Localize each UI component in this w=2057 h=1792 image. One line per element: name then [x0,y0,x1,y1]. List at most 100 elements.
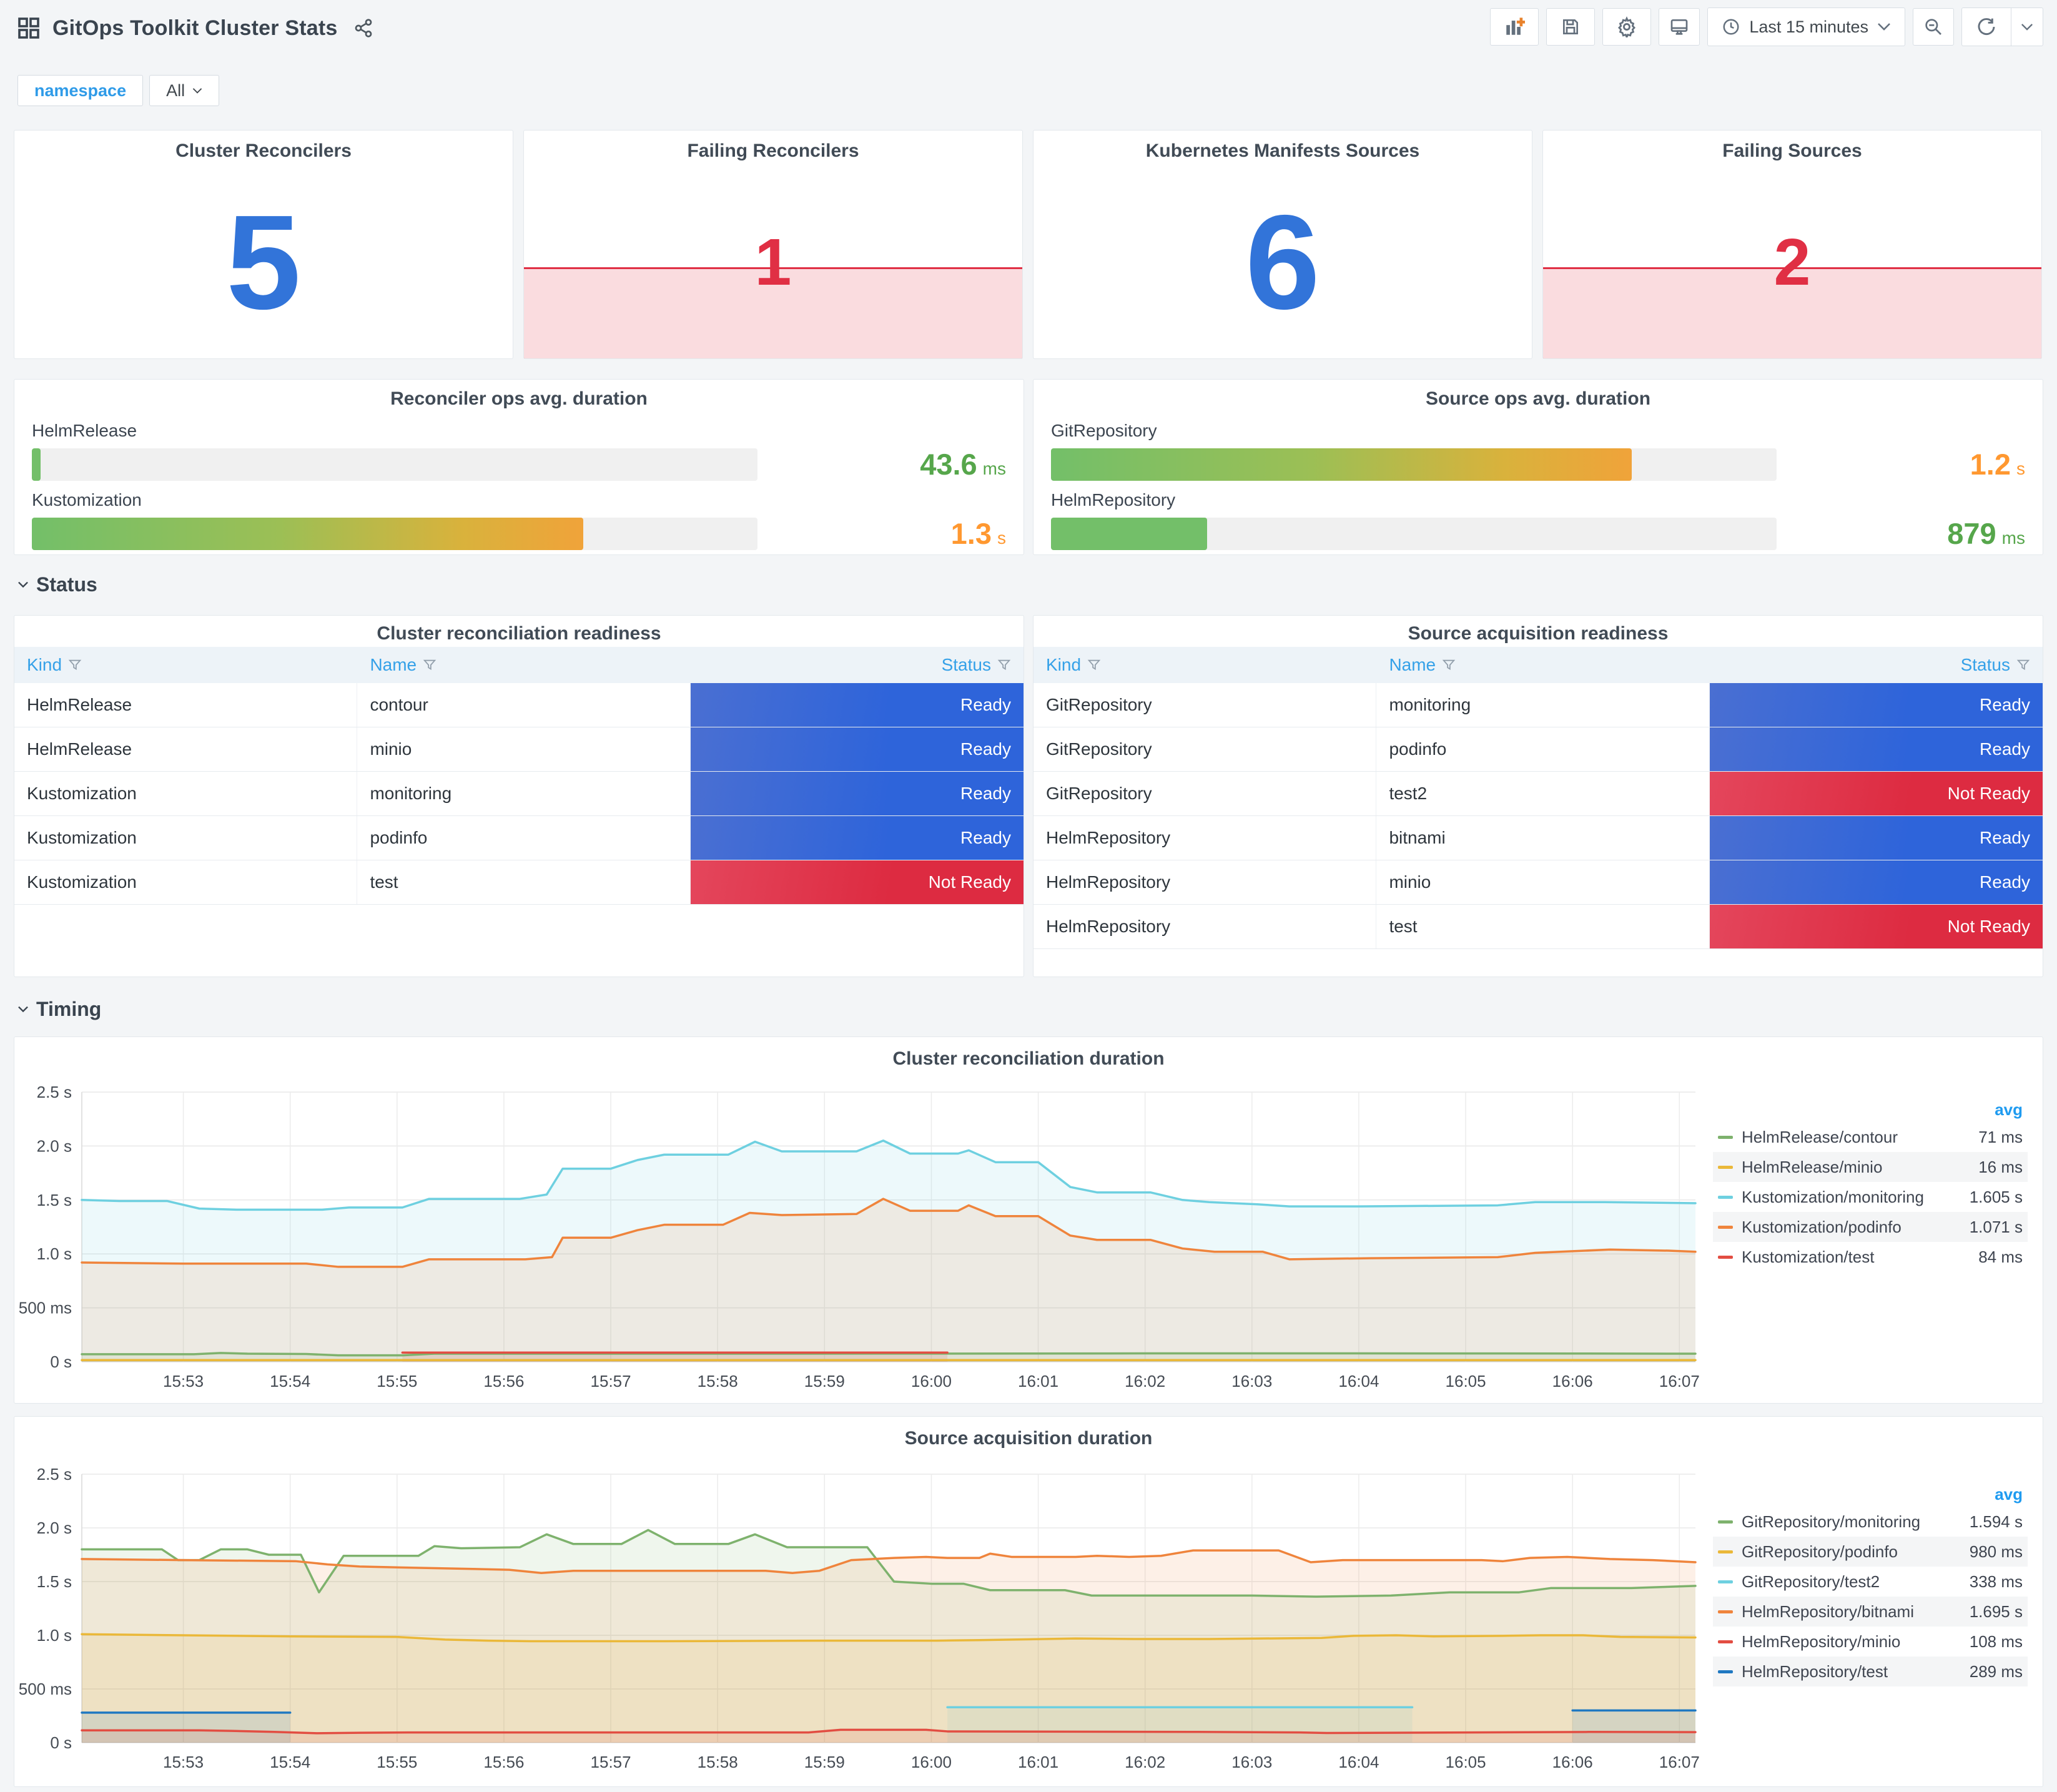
legend-series-name[interactable]: GitRepository/test2 [1742,1572,1880,1592]
svg-text:15:56: 15:56 [483,1372,524,1391]
table-cell-name: podinfo [357,816,691,860]
svg-text:15:56: 15:56 [483,1753,524,1771]
time-range-label: Last 15 minutes [1749,17,1868,36]
share-icon[interactable] [353,18,373,38]
gauge-row-label: GitRepository [1051,421,1157,440]
add-panel-icon [1506,17,1526,35]
legend-series-name[interactable]: HelmRepository/test [1742,1662,1888,1681]
gauge-value-number: 43.6 [920,448,977,481]
legend-series-name[interactable]: Kustomization/test [1742,1248,1874,1267]
legend-series-swatch [1718,1520,1733,1524]
zoom-out-button[interactable] [1913,8,1954,46]
table-cell-kind: HelmRepository [1033,860,1377,904]
cycle-view-button[interactable] [1659,8,1700,46]
gauge-value-number: 1.3 [950,517,992,550]
gauge-body: HelmRelease 43.6 ms Kustomization 1.3 s [32,412,1006,551]
section-timing-label: Timing [36,998,102,1020]
stat-value: 6 [1245,187,1320,337]
table-cell-status: Ready [690,683,1024,727]
stat-value: 1 [754,225,792,299]
table-panel-title[interactable]: Cluster reconciliation readiness [14,623,1024,644]
save-dashboard-icon [1563,19,1579,34]
legend-series-name[interactable]: Kustomization/monitoring [1742,1188,1924,1207]
time-range-picker[interactable]: Last 15 minutes [1707,7,1905,46]
status-badge: Ready [690,683,1024,727]
legend-series-avg: 289 ms [1969,1662,2023,1681]
add-panel-button[interactable] [1490,8,1539,46]
legend-series-avg: 980 ms [1969,1542,2023,1561]
svg-text:16:02: 16:02 [1125,1372,1165,1391]
svg-text:0 s: 0 s [50,1352,72,1371]
gauge-panel-title[interactable]: Source ops avg. duration [1033,388,2043,410]
svg-text:15:59: 15:59 [804,1372,845,1391]
legend-series-avg: 71 ms [1978,1127,2023,1146]
refresh-icon [1978,18,1995,35]
table-cell-kind: HelmRepository [1033,905,1377,948]
legend-series-name[interactable]: GitRepository/podinfo [1742,1542,1898,1562]
status-badge: Ready [1709,727,2043,771]
gauge-value: 879 ms [1947,516,2025,551]
gauge-panel: Reconciler ops avg. duration HelmRelease 4… [14,379,1024,555]
stat-panel-title[interactable]: Failing Sources [1543,140,2041,162]
table-row: GitRepository monitoring Ready [1033,683,2043,727]
gauge-value-unit: s [997,528,1006,548]
chevron-down-icon [18,1006,28,1013]
gauge-bar-fill [1051,448,1632,481]
clock-icon [1723,19,1739,35]
table-column-header-kind[interactable]: Kind [14,647,357,683]
chart-panel: Source acquisition duration 0 s 500 ms 1.0 … [14,1416,2043,1787]
legend-row: HelmRepository/bitnami 1.695 s [1713,1597,2028,1627]
table-header-row: Kind Name Status [14,647,1024,683]
save-dashboard-button[interactable] [1546,8,1596,46]
legend-avg-header[interactable]: avg [1713,1482,2028,1507]
stat-value: 2 [1773,225,1811,299]
table-column-header-status[interactable]: Status [1710,647,2043,683]
stat-panel-title[interactable]: Kubernetes Manifests Sources [1033,140,1532,162]
svg-text:16:00: 16:00 [911,1372,952,1391]
table-cell-name: bitnami [1376,816,1710,860]
svg-text:500 ms: 500 ms [19,1299,72,1317]
svg-text:1.0 s: 1.0 s [37,1244,72,1263]
table-column-header-status[interactable]: Status [691,647,1024,683]
gauge-bar-fill [32,517,584,550]
legend-series-name[interactable]: Kustomization/podinfo [1742,1218,1902,1237]
table-cell-kind: Kustomization [14,860,358,904]
legend-series-name[interactable]: HelmRepository/bitnami [1742,1602,1914,1622]
legend-avg-header[interactable]: avg [1713,1097,2028,1122]
legend-series-name[interactable]: GitRepository/monitoring [1742,1512,1920,1532]
legend-series-name[interactable]: HelmRelease/contour [1742,1128,1898,1147]
svg-text:16:06: 16:06 [1552,1753,1593,1771]
svg-text:15:54: 15:54 [270,1753,310,1771]
svg-text:16:04: 16:04 [1338,1372,1379,1391]
legend-row: Kustomization/monitoring 1.605 s [1713,1182,2028,1212]
filter-funnel-icon [2016,659,2030,671]
svg-text:16:07: 16:07 [1659,1753,1700,1771]
stat-panel-title[interactable]: Failing Reconcilers [524,140,1022,162]
table-panel-title[interactable]: Source acquisition readiness [1033,623,2043,644]
table-column-header-kind[interactable]: Kind [1033,647,1376,683]
gauge-value-unit: ms [982,459,1006,478]
gauge-panel-title[interactable]: Reconciler ops avg. duration [14,388,1024,410]
variable-selected-value: All [166,81,185,100]
legend-series-swatch [1718,1550,1733,1553]
stat-panel: Kubernetes Manifests Sources 6 [1033,130,1532,359]
filter-funnel-icon [1087,659,1101,671]
variable-label-namespace[interactable]: namespace [17,75,144,106]
legend-row: GitRepository/test2 338 ms [1713,1567,2028,1597]
legend-series-name[interactable]: HelmRelease/minio [1742,1158,1882,1177]
table: Kind Name Status HelmRelease contour Ready Hel… [14,647,1024,905]
table-column-header-name[interactable]: Name [357,647,690,683]
section-status[interactable]: Status [17,573,97,596]
table-column-header-name[interactable]: Name [1376,647,1709,683]
refresh-interval-chevron-icon [2021,23,2033,31]
dashboard-settings-button[interactable] [1602,8,1652,46]
legend-series-name[interactable]: HelmRepository/minio [1742,1632,1900,1652]
section-timing[interactable]: Timing [17,998,101,1021]
stat-panel-title[interactable]: Cluster Reconcilers [14,140,513,162]
svg-text:2.0 s: 2.0 s [37,1136,72,1155]
variable-value-dropdown[interactable]: All [149,75,220,106]
refresh-button[interactable] [1962,8,2011,46]
refresh-interval-button[interactable] [2011,8,2043,46]
gauge-value-unit: ms [2001,528,2025,548]
svg-text:16:01: 16:01 [1018,1753,1058,1771]
